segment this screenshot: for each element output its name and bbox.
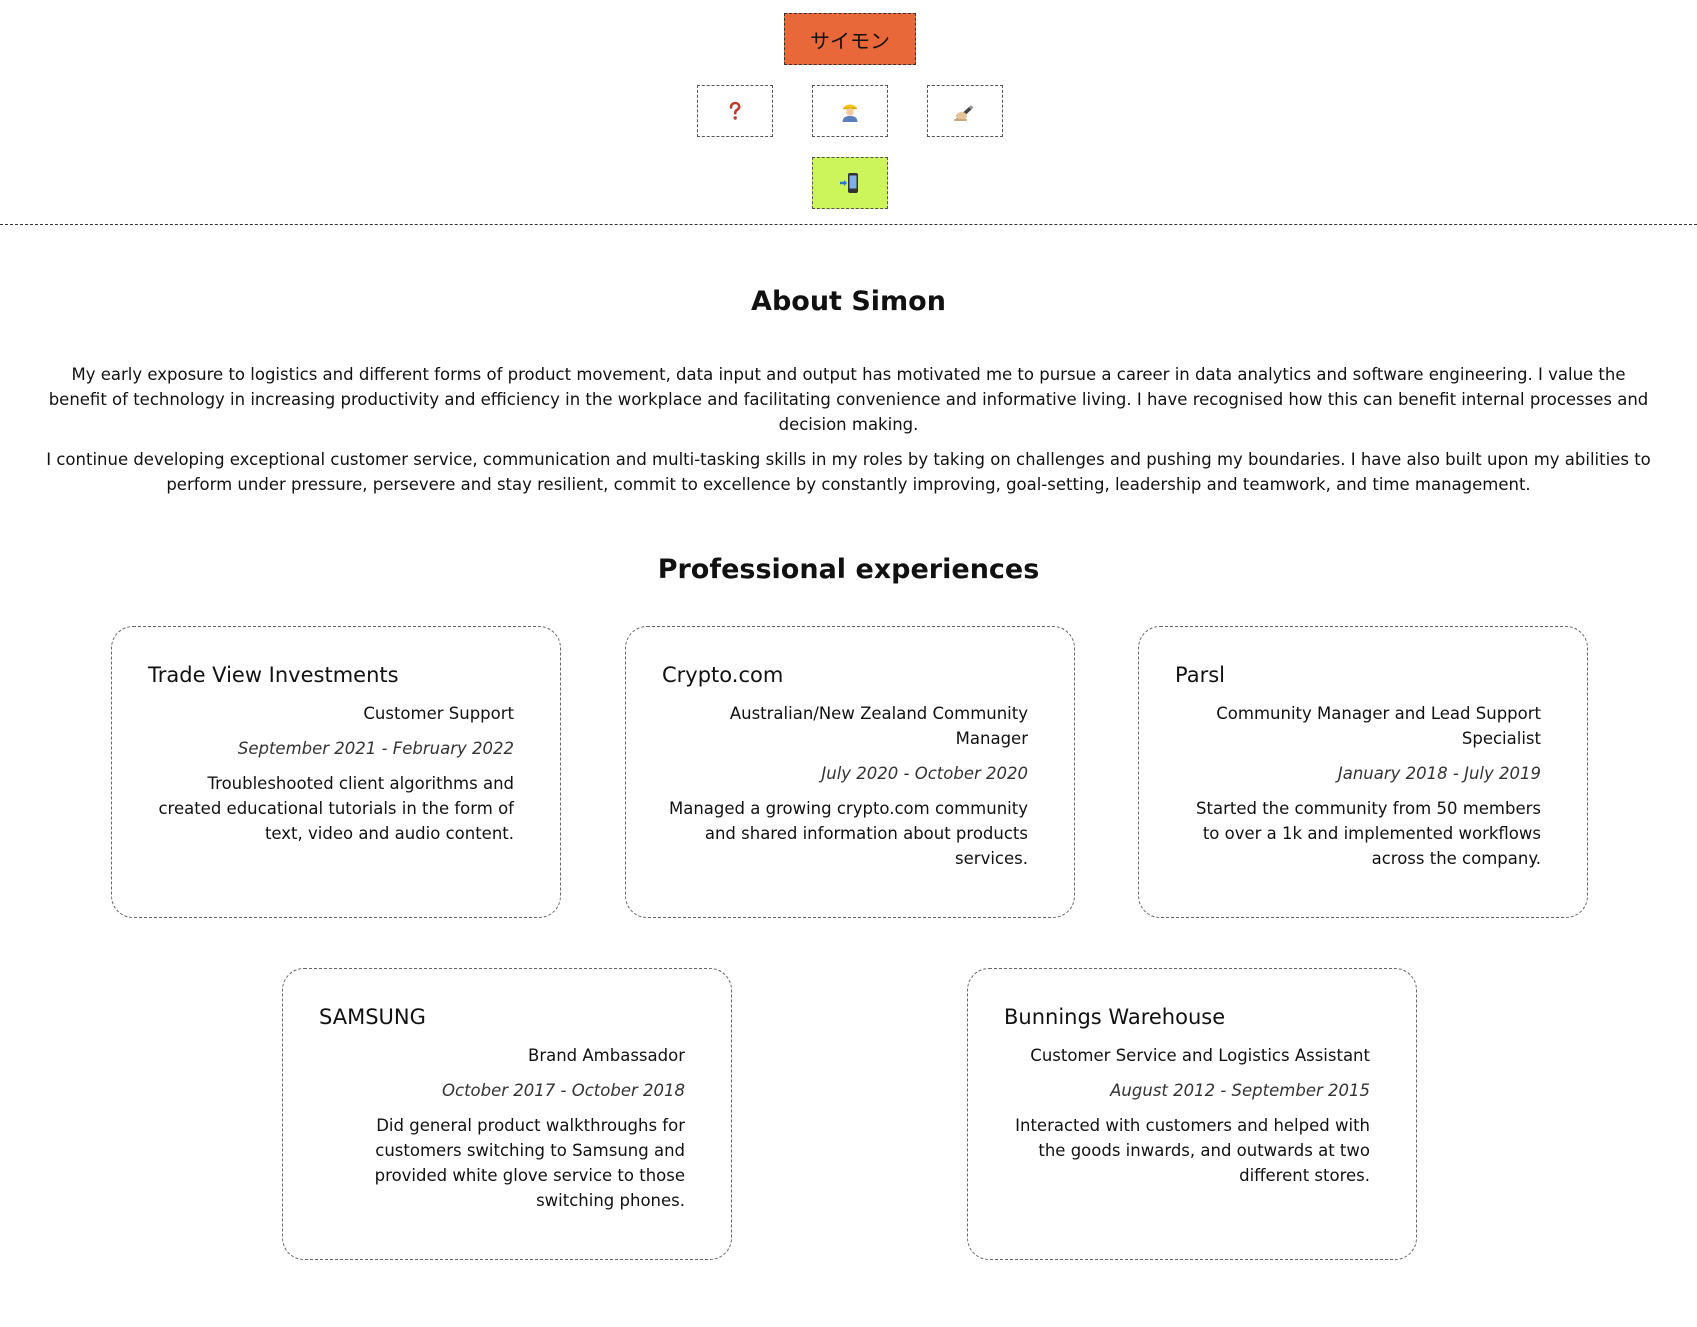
company-name: Parsl xyxy=(1175,663,1225,687)
role-description: Did general product walkthroughs for cus… xyxy=(374,1116,685,1210)
nav-question-button[interactable] xyxy=(697,85,773,137)
nav-worker-button[interactable] xyxy=(812,85,888,137)
role-description: Managed a growing crypto.com community a… xyxy=(668,799,1028,868)
role-description: Interacted with customers and helped wit… xyxy=(1015,1116,1370,1185)
about-title: About Simon xyxy=(751,286,946,317)
company-name: Crypto.com xyxy=(662,663,784,687)
date-range: September 2021 - February 2022 xyxy=(237,739,514,758)
date-range: October 2017 - October 2018 xyxy=(442,1081,685,1100)
role-description: Started the community from 50 members to… xyxy=(1196,799,1541,868)
experience-card: Parsl Community Manager and Lead Support… xyxy=(1138,626,1588,918)
question-mark-icon xyxy=(729,101,741,120)
experience-card: Trade View Investments Customer Support … xyxy=(111,626,561,918)
experience-card: SAMSUNG Brand Ambassador October 2017 - … xyxy=(282,968,732,1260)
date-range: January 2018 - July 2019 xyxy=(1337,764,1541,783)
about-paragraph: My early exposure to logistics and diffe… xyxy=(48,365,1649,434)
date-range: August 2012 - September 2015 xyxy=(1110,1081,1370,1100)
phone-incoming-icon xyxy=(840,173,858,193)
site-header: サイモン xyxy=(0,0,1697,225)
company-name: SAMSUNG xyxy=(319,1005,426,1029)
company-name: Trade View Investments xyxy=(148,663,399,687)
about-paragraph: I continue developing exceptional custom… xyxy=(46,450,1651,494)
name-button[interactable]: サイモン xyxy=(784,13,916,65)
role-description: Troubleshooted client algorithms and cre… xyxy=(158,774,514,843)
nav-writing-button[interactable] xyxy=(927,85,1003,137)
role-title: Customer Service and Logistics Assistant xyxy=(1030,1046,1370,1065)
experience-title: Professional experiences xyxy=(657,554,1040,585)
company-name: Bunnings Warehouse xyxy=(1004,1005,1226,1029)
role-title: Customer Support xyxy=(363,704,514,723)
experience-card: Crypto.com Australian/New Zealand Commun… xyxy=(625,626,1075,918)
contact-button[interactable] xyxy=(812,157,888,209)
role-title: Brand Ambassador xyxy=(528,1046,685,1065)
experience-card: Bunnings Warehouse Customer Service and … xyxy=(967,968,1417,1260)
worker-icon xyxy=(842,104,858,122)
date-range: July 2020 - October 2020 xyxy=(821,764,1028,783)
writing-hand-icon xyxy=(954,105,974,121)
about-text: My early exposure to logistics and diffe… xyxy=(46,362,1651,497)
role-title: Community Manager and Lead Support Speci… xyxy=(1216,704,1541,748)
role-title: Australian/New Zealand Community Manager xyxy=(729,704,1028,748)
